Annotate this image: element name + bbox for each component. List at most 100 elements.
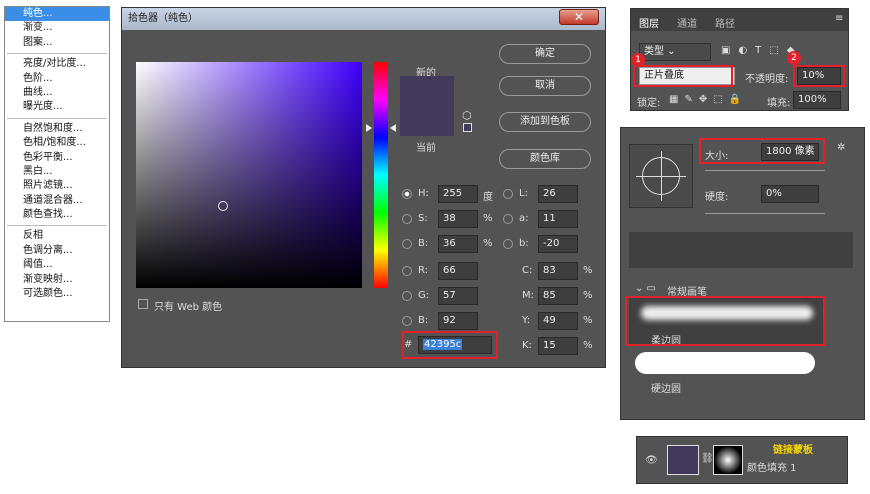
unit-k: %: [583, 340, 593, 351]
opacity-label: 不透明度:: [745, 74, 789, 85]
radio-r[interactable]: [402, 266, 412, 276]
hard-round-brush[interactable]: [635, 352, 815, 374]
opacity-highlight: [793, 65, 845, 87]
color-field[interactable]: [136, 62, 362, 288]
menu-item-hue-saturation[interactable]: 色相/饱和度...: [5, 136, 109, 150]
kind-filter[interactable]: 类型 ⌄: [639, 43, 711, 61]
menu-separator: [7, 117, 107, 119]
menu-item-gradient-map[interactable]: 渐变映射...: [5, 273, 109, 287]
layers-panel: 图层 通道 路径 ≡ 类型 ⌄ ▣◐T⬚◆ 正片叠底 1 不透明度: 10% 2…: [630, 8, 849, 111]
hue-slider[interactable]: [374, 62, 388, 288]
label-k: K:: [522, 340, 532, 351]
hue-right-arrow[interactable]: [390, 124, 396, 132]
radio-b[interactable]: [402, 239, 412, 249]
menu-item-selective-color[interactable]: 可选颜色...: [5, 287, 109, 301]
dialog-title: 拾色器（纯色）: [122, 8, 605, 30]
current-color-swatch[interactable]: [400, 106, 454, 136]
menu-item-gradient[interactable]: 渐变...: [5, 21, 109, 35]
radio-lab-b[interactable]: [503, 239, 513, 249]
menu-item-threshold[interactable]: 阈值...: [5, 258, 109, 272]
radio-l[interactable]: [503, 189, 513, 199]
radio-g[interactable]: [402, 291, 412, 301]
brush-angle-preview[interactable]: [629, 144, 693, 208]
layer-row[interactable]: 👁 ⛓ 链接蒙板 颜色填充 1: [636, 436, 848, 484]
brush-presets-row[interactable]: [629, 232, 853, 268]
label-h: H:: [418, 188, 429, 199]
radio-a[interactable]: [503, 214, 513, 224]
l-input[interactable]: 26: [538, 185, 578, 203]
k-input[interactable]: 15: [538, 337, 578, 355]
menu-item-posterize[interactable]: 色调分离...: [5, 244, 109, 258]
menu-item-color-lookup[interactable]: 颜色查找...: [5, 208, 109, 222]
tab-layers[interactable]: 图层: [639, 15, 659, 30]
lab-b-input[interactable]: -20: [538, 235, 578, 253]
hue-left-arrow[interactable]: [366, 124, 372, 132]
size-slider[interactable]: [705, 170, 825, 171]
hex-highlight: [402, 331, 498, 359]
add-swatch-button[interactable]: 添加到色板: [499, 112, 591, 132]
cancel-button[interactable]: 取消: [499, 76, 591, 96]
eye-icon[interactable]: 👁: [645, 455, 658, 466]
label-b: B:: [418, 238, 429, 249]
menu-item-black-white[interactable]: 黑白...: [5, 165, 109, 179]
menu-item-photo-filter[interactable]: 照片滤镜...: [5, 179, 109, 193]
menu-item-channel-mixer[interactable]: 通道混合器...: [5, 194, 109, 208]
menu-item-levels[interactable]: 色阶...: [5, 72, 109, 86]
menu-item-solid-color[interactable]: 纯色...: [5, 7, 109, 22]
layer-name[interactable]: 颜色填充 1: [747, 459, 797, 474]
c-input[interactable]: 83: [538, 262, 578, 280]
menu-item-vibrance[interactable]: 自然饱和度...: [5, 122, 109, 136]
y-input[interactable]: 49: [538, 312, 578, 330]
label-c: C:: [522, 265, 533, 276]
menu-separator: [7, 53, 107, 55]
label-g: G:: [418, 290, 430, 301]
menu-item-pattern[interactable]: 图案...: [5, 36, 109, 50]
color-library-button[interactable]: 颜色库: [499, 149, 591, 169]
g-input[interactable]: 57: [438, 287, 478, 305]
tab-paths[interactable]: 路径: [715, 15, 735, 30]
unit-y: %: [583, 315, 593, 326]
badge-2: 2: [787, 51, 801, 65]
color-picker-dialog: 拾色器（纯色） ✕ 新的 当前 ⬡ 确定 取消 添加到色板 颜色库 H: 255…: [121, 7, 606, 368]
menu-item-brightness[interactable]: 亮度/对比度...: [5, 57, 109, 71]
ok-button[interactable]: 确定: [499, 44, 591, 64]
menu-item-curves[interactable]: 曲线...: [5, 86, 109, 100]
label-a: a:: [519, 213, 529, 224]
a-input[interactable]: 11: [538, 210, 578, 228]
lock-icons[interactable]: ▦✎✥⬚🔒: [669, 94, 747, 105]
brush-panel: 大小: 1800 像素 ✲ 硬度: 0% ⌄ ▭ 常规画笔 柔边圆 硬边圆: [620, 127, 865, 420]
mask-thumbnail[interactable]: [713, 445, 743, 475]
h-input[interactable]: 255: [438, 185, 478, 203]
label-s: S:: [418, 213, 428, 224]
menu-item-invert[interactable]: 反相: [5, 229, 109, 243]
hardness-slider[interactable]: [705, 213, 825, 214]
menu-item-color-balance[interactable]: 色彩平衡...: [5, 151, 109, 165]
web-only-checkbox[interactable]: [138, 299, 148, 309]
radio-blue[interactable]: [402, 316, 412, 326]
radio-h[interactable]: [402, 189, 412, 199]
layer-thumbnail[interactable]: [667, 445, 699, 475]
b-input[interactable]: 36: [438, 235, 478, 253]
radio-s[interactable]: [402, 214, 412, 224]
web-safe-swatch-icon[interactable]: [463, 123, 472, 132]
blue-input[interactable]: 92: [438, 312, 478, 330]
chain-link-icon[interactable]: ⛓: [701, 453, 714, 464]
unit-c: %: [583, 265, 593, 276]
kind-filter-label: 类型: [644, 46, 664, 57]
label-blue: B:: [418, 315, 429, 326]
layers-tabbar: [631, 9, 848, 31]
hardness-input[interactable]: 0%: [761, 185, 819, 203]
gear-icon[interactable]: ✲: [837, 142, 845, 153]
panel-menu-icon[interactable]: ≡: [835, 13, 843, 24]
folder-icon[interactable]: ⌄ ▭: [635, 283, 656, 294]
close-button[interactable]: ✕: [559, 9, 599, 25]
s-input[interactable]: 38: [438, 210, 478, 228]
fill-input[interactable]: 100%: [793, 91, 841, 109]
cube-icon[interactable]: ⬡: [462, 109, 472, 122]
lock-label: 锁定:: [637, 98, 661, 109]
color-field-cursor[interactable]: [218, 201, 228, 211]
tab-channels[interactable]: 通道: [677, 15, 697, 30]
menu-item-exposure[interactable]: 曝光度...: [5, 100, 109, 114]
m-input[interactable]: 85: [538, 287, 578, 305]
r-input[interactable]: 66: [438, 262, 478, 280]
